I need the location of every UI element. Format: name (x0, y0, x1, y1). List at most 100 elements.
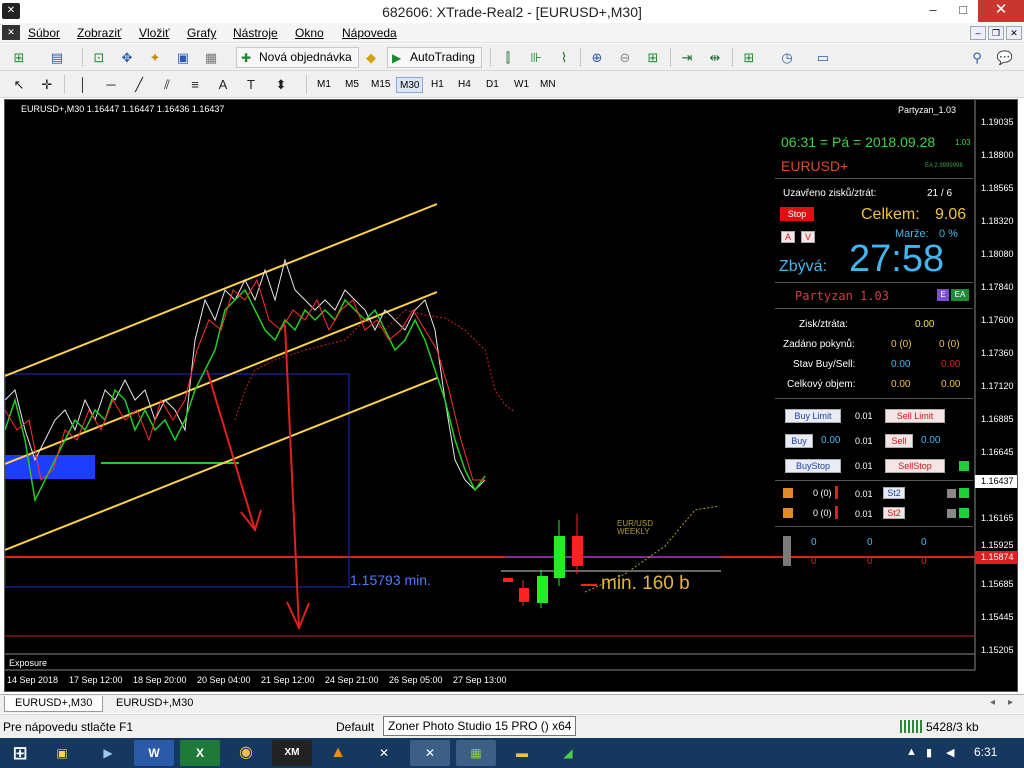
chart-window[interactable]: EURUSD+,M30 1.16447 1.16447 1.16436 1.16… (4, 99, 1018, 692)
e-badge[interactable]: E (937, 289, 949, 301)
tester-icon[interactable]: ▦ (200, 48, 222, 68)
tab-scroll-left-icon[interactable]: ◂ (990, 697, 995, 708)
menu-charts[interactable]: Grafy (187, 26, 216, 40)
buy-button[interactable]: Buy (785, 434, 813, 448)
row-a-minus-icon[interactable] (947, 489, 956, 498)
row-b-minus-icon[interactable] (947, 509, 956, 518)
zoom-in-icon[interactable]: ⊕ (586, 48, 608, 68)
search-icon[interactable]: ⚲ (966, 48, 988, 68)
timeframe-h1[interactable]: H1 (428, 77, 447, 93)
vertical-line-icon[interactable]: │ (72, 75, 94, 95)
explorer-icon[interactable]: ▣ (42, 740, 82, 766)
line-chart-icon[interactable]: ⌇ (553, 48, 575, 68)
tab-scroll-right-icon[interactable]: ▸ (1008, 697, 1013, 708)
tab-chart-2[interactable]: EURUSD+,M30 (106, 696, 203, 712)
v-button[interactable]: V (801, 231, 815, 243)
timeframe-m15[interactable]: M15 (368, 77, 393, 93)
mdi-restore-icon[interactable]: ❐ (988, 26, 1004, 40)
a-button[interactable]: A (781, 231, 795, 243)
market-watch-icon[interactable]: ⊡ (88, 48, 110, 68)
chrome-icon[interactable]: ◉ (226, 740, 266, 766)
word-icon[interactable]: W (134, 740, 174, 766)
minimize-button[interactable]: – (918, 0, 948, 22)
mt4-icon[interactable]: ✕ (410, 740, 450, 766)
tray-network-icon[interactable]: ▮ (926, 746, 932, 759)
menu-help[interactable]: Nápoveda (342, 26, 397, 40)
media-icon[interactable]: ▶ (88, 740, 128, 766)
timeframe-m5[interactable]: M5 (342, 77, 362, 93)
row-a-green-icon[interactable] (959, 488, 969, 498)
text-icon[interactable]: A (212, 75, 234, 95)
mdi-minimize-icon[interactable]: – (970, 26, 986, 40)
templates-icon[interactable]: ▭ (812, 48, 834, 68)
lot-buy-limit[interactable]: 0.01 (855, 411, 873, 421)
row-b-green-icon[interactable] (959, 508, 969, 518)
sell-limit-button[interactable]: Sell Limit (885, 409, 945, 423)
taskbar-clock[interactable]: 6:31 (974, 745, 997, 759)
traffic-status[interactable]: 5428/3 kb (926, 720, 979, 734)
candlestick-icon[interactable]: ⊪ (525, 48, 547, 68)
chart-shift-icon[interactable]: ⇹ (704, 48, 726, 68)
buy-stop-button[interactable]: BuyStop (785, 459, 841, 473)
zoner-icon[interactable]: ▦ (456, 740, 496, 766)
lot-stop[interactable]: 0.01 (855, 461, 873, 471)
menu-window[interactable]: Okno (295, 26, 324, 40)
row-b-lot[interactable]: 0.01 (855, 509, 873, 519)
chart-app-icon[interactable]: ◢ (548, 740, 588, 766)
stop-button[interactable]: Stop (780, 207, 814, 221)
chat-icon[interactable]: 💬 (994, 48, 1016, 68)
folder-icon[interactable]: ▬ (502, 740, 542, 766)
excel-icon[interactable]: X (180, 740, 220, 766)
sell-stop-button[interactable]: SellStop (885, 459, 945, 473)
channel-icon[interactable]: ⫽ (156, 75, 178, 95)
xm-icon[interactable]: XM (272, 740, 312, 766)
row-a-st2-button[interactable]: St2 (883, 487, 905, 499)
terminal-icon[interactable]: ▣ (172, 48, 194, 68)
periods-clock-icon[interactable]: ◷ (776, 48, 798, 68)
green-toggle-icon[interactable] (959, 461, 969, 471)
autotrading-button[interactable]: ▶ AutoTrading (387, 47, 482, 68)
orange-toggle-icon[interactable] (783, 488, 793, 498)
trendline-icon[interactable]: ╱ (128, 75, 150, 95)
maximize-button[interactable]: □ (948, 0, 978, 22)
timeframe-h4[interactable]: H4 (455, 77, 474, 93)
metaeditor-icon[interactable]: ◆ (360, 48, 382, 68)
tray-volume-icon[interactable]: ◀ (946, 746, 954, 759)
menu-insert[interactable]: Vložiť (139, 26, 170, 40)
row-a-lot[interactable]: 0.01 (855, 489, 873, 499)
lot-market[interactable]: 0.01 (855, 436, 873, 446)
timeframe-mn[interactable]: MN (537, 77, 559, 93)
start-icon[interactable]: ⊞ (2, 740, 38, 766)
row-b-st2-button[interactable]: St2 (883, 507, 905, 519)
new-chart-icon[interactable]: ⊞ (8, 48, 30, 68)
chart-window-icon[interactable]: ✕ (2, 25, 20, 40)
buy-limit-button[interactable]: Buy Limit (785, 409, 841, 423)
tray-arrow-icon[interactable]: ▲ (906, 746, 917, 758)
fibonacci-icon[interactable]: ≡ (184, 75, 206, 95)
indicators-icon[interactable]: ⊞ (738, 48, 760, 68)
bar-chart-icon[interactable]: ⫿ (497, 48, 519, 68)
mdi-close-icon[interactable]: ✕ (1006, 26, 1022, 40)
timeframe-m30[interactable]: M30 (396, 77, 424, 93)
profile-name[interactable]: Default (336, 720, 374, 734)
menu-file[interactable]: Súbor (28, 26, 60, 40)
zoom-out-icon[interactable]: ⊖ (614, 48, 636, 68)
arrows-icon[interactable]: ⬍ (270, 75, 292, 95)
new-order-button[interactable]: ✚ Nová objednávka (236, 47, 359, 68)
crosshair-icon[interactable]: ✛ (36, 75, 58, 95)
tab-chart-1[interactable]: EURUSD+,M30 (4, 696, 104, 712)
horizontal-line-icon[interactable]: ─ (100, 75, 122, 95)
vlc-icon[interactable]: ▲ (318, 740, 358, 766)
auto-scroll-icon[interactable]: ⇥ (676, 48, 698, 68)
menu-view[interactable]: Zobraziť (77, 26, 122, 40)
xtrade-icon[interactable]: ✕ (364, 740, 404, 766)
profiles-icon[interactable]: ▤ (46, 48, 68, 68)
timeframe-w1[interactable]: W1 (511, 77, 532, 93)
menu-tools[interactable]: Nástroje (233, 26, 278, 40)
close-button[interactable]: ✕ (978, 0, 1024, 22)
scroll-handle[interactable] (783, 536, 791, 566)
ea-badge[interactable]: EA (951, 289, 969, 301)
data-window-icon[interactable]: ✥ (116, 48, 138, 68)
tile-windows-icon[interactable]: ⊞ (642, 48, 664, 68)
navigator-icon[interactable]: ✦ (144, 48, 166, 68)
